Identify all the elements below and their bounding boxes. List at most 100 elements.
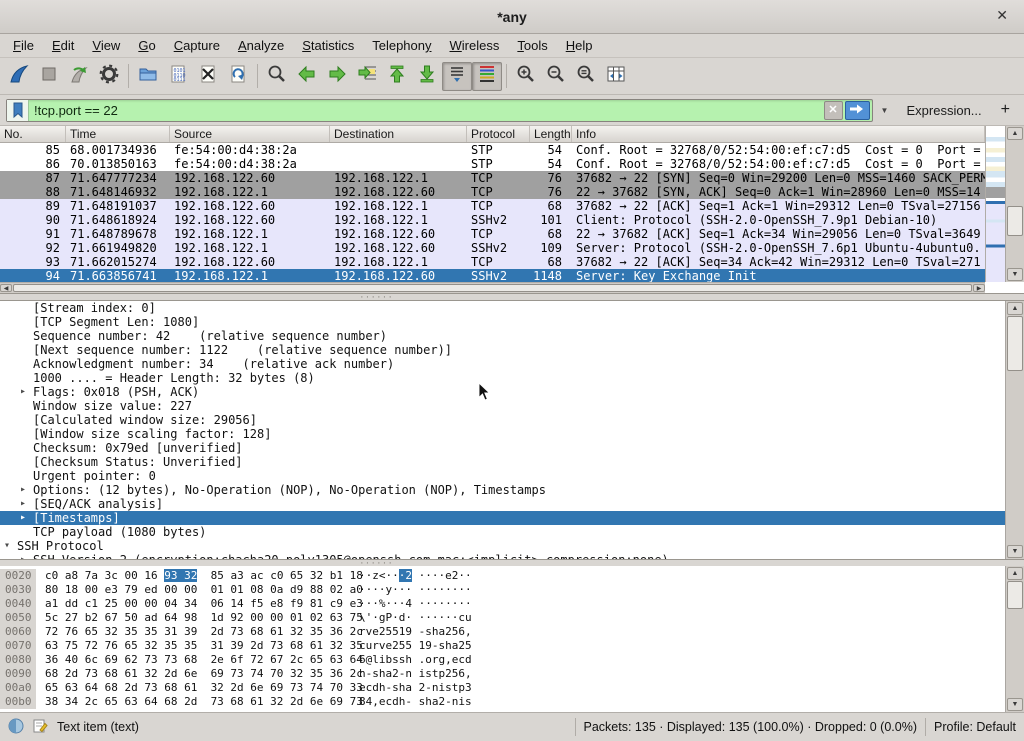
packet-row-91[interactable]: 9171.648789678192.168.122.1192.168.122.6…: [0, 227, 985, 241]
details-vscrollbar[interactable]: ▲ ▼: [1005, 301, 1024, 559]
resize-columns-button[interactable]: [601, 62, 631, 91]
filter-bookmark-icon[interactable]: [7, 100, 29, 121]
packet-row-88[interactable]: 8871.648146932192.168.122.1192.168.122.6…: [0, 185, 985, 199]
packet-row-94[interactable]: 9471.663856741192.168.122.1192.168.122.6…: [0, 269, 985, 283]
packet-row-86[interactable]: 8670.013850163fe:54:00:d4:38:2aSTP54Conf…: [0, 157, 985, 171]
go-back-button[interactable]: [292, 62, 322, 91]
detail-line-18[interactable]: ▸SSH Version 2 (encryption:chacha20-poly…: [0, 553, 1005, 560]
zoom-original-button[interactable]: [571, 62, 601, 91]
start-capture-button[interactable]: [4, 62, 34, 91]
go-forward-button[interactable]: [322, 62, 352, 91]
close-file-button[interactable]: [193, 62, 223, 91]
scroll-down-icon[interactable]: ▼: [1007, 268, 1023, 281]
profile-label[interactable]: Profile: Default: [934, 720, 1016, 734]
filter-expression-button[interactable]: Expression...: [897, 103, 992, 118]
scroll-up-icon[interactable]: ▲: [1007, 127, 1023, 140]
column-header-info[interactable]: Info: [572, 126, 985, 142]
menu-tools[interactable]: Tools: [508, 35, 556, 56]
expander-closed-icon[interactable]: ▸: [20, 385, 26, 399]
find-packet-button[interactable]: [262, 62, 292, 91]
filter-apply-button[interactable]: [845, 101, 870, 120]
filter-dropdown-button[interactable]: ▼: [878, 101, 892, 120]
hex-row-0090[interactable]: 009068 2d 73 68 61 32 2d 6e 69 73 74 70 …: [0, 667, 1024, 681]
detail-line-7[interactable]: Window size value: 227: [0, 399, 1005, 413]
packet-list-vscrollbar[interactable]: ▲ ▼: [1005, 126, 1024, 282]
zoom-out-button[interactable]: [541, 62, 571, 91]
packet-row-92[interactable]: 9271.661949820192.168.122.1192.168.122.6…: [0, 241, 985, 255]
colorize-toggle[interactable]: [472, 62, 502, 91]
detail-line-8[interactable]: [Calculated window size: 29056]: [0, 413, 1005, 427]
reload-file-button[interactable]: [223, 62, 253, 91]
packet-row-89[interactable]: 8971.648191037192.168.122.60192.168.122.…: [0, 199, 985, 213]
packet-row-87[interactable]: 8771.647777234192.168.122.60192.168.122.…: [0, 171, 985, 185]
scroll-down-icon[interactable]: ▼: [1007, 545, 1023, 558]
menu-capture[interactable]: Capture: [165, 35, 229, 56]
hex-row-0050[interactable]: 00505c 27 b2 67 50 ad 64 98 1d 92 00 00 …: [0, 611, 1024, 625]
menu-help[interactable]: Help: [557, 35, 602, 56]
hex-row-0020[interactable]: 0020c0 a8 7a 3c 00 16 93 32 85 a3 ac c0 …: [0, 569, 1024, 583]
stop-capture-button[interactable]: [34, 62, 64, 91]
detail-line-15[interactable]: ▸[Timestamps]: [0, 511, 1005, 525]
detail-line-9[interactable]: [Window size scaling factor: 128]: [0, 427, 1005, 441]
intelligent-scrollbar[interactable]: [985, 126, 1005, 282]
detail-line-0[interactable]: [Stream index: 0]: [0, 301, 1005, 315]
column-header-length[interactable]: Length: [530, 126, 572, 142]
close-icon[interactable]: ✕: [992, 7, 1012, 24]
expander-closed-icon[interactable]: ▸: [20, 553, 26, 560]
filter-clear-button[interactable]: ✕: [824, 101, 843, 120]
detail-line-4[interactable]: Acknowledgment number: 34 (relative ack …: [0, 357, 1005, 371]
hex-row-0080[interactable]: 008036 40 6c 69 62 73 73 68 2e 6f 72 67 …: [0, 653, 1024, 667]
detail-line-13[interactable]: ▸Options: (12 bytes), No-Operation (NOP)…: [0, 483, 1005, 497]
hex-row-0070[interactable]: 007063 75 72 76 65 32 35 35 31 39 2d 73 …: [0, 639, 1024, 653]
restart-capture-button[interactable]: [64, 62, 94, 91]
hex-row-0060[interactable]: 006072 76 65 32 35 35 31 39 2d 73 68 61 …: [0, 625, 1024, 639]
scroll-left-icon[interactable]: ◀: [0, 284, 12, 292]
packet-list-hscrollbar[interactable]: ◀ ▶: [0, 282, 985, 293]
hex-row-00b0[interactable]: 00b038 34 2c 65 63 64 68 2d 73 68 61 32 …: [0, 695, 1024, 709]
menu-telephony[interactable]: Telephony: [363, 35, 440, 56]
filter-add-button[interactable]: +: [997, 101, 1018, 119]
expander-closed-icon[interactable]: ▸: [20, 497, 26, 511]
detail-line-6[interactable]: ▸Flags: 0x018 (PSH, ACK): [0, 385, 1005, 399]
packet-row-85[interactable]: 8568.001734936fe:54:00:d4:38:2aSTP54Conf…: [0, 143, 985, 157]
go-to-packet-button[interactable]: [352, 62, 382, 91]
detail-line-14[interactable]: ▸[SEQ/ACK analysis]: [0, 497, 1005, 511]
detail-line-2[interactable]: Sequence number: 42 (relative sequence n…: [0, 329, 1005, 343]
expander-open-icon[interactable]: ▾: [4, 539, 10, 553]
hex-row-0030[interactable]: 003080 18 00 e3 79 ed 00 00 01 01 08 0a …: [0, 583, 1024, 597]
menu-go[interactable]: Go: [129, 35, 164, 56]
detail-line-12[interactable]: Urgent pointer: 0: [0, 469, 1005, 483]
menu-edit[interactable]: Edit: [43, 35, 83, 56]
column-header-no[interactable]: No.: [0, 126, 66, 142]
column-header-source[interactable]: Source: [170, 126, 330, 142]
bytes-vscrollbar[interactable]: ▲ ▼: [1005, 566, 1024, 712]
column-header-protocol[interactable]: Protocol: [467, 126, 530, 142]
detail-line-17[interactable]: ▾SSH Protocol: [0, 539, 1005, 553]
detail-line-3[interactable]: [Next sequence number: 1122 (relative se…: [0, 343, 1005, 357]
zoom-in-button[interactable]: [511, 62, 541, 91]
detail-line-10[interactable]: Checksum: 0x79ed [unverified]: [0, 441, 1005, 455]
auto-scroll-toggle[interactable]: [442, 62, 472, 91]
detail-line-1[interactable]: [TCP Segment Len: 1080]: [0, 315, 1005, 329]
packet-row-93[interactable]: 9371.662015274192.168.122.60192.168.122.…: [0, 255, 985, 269]
expert-info-icon[interactable]: [8, 718, 24, 737]
capture-comment-icon[interactable]: [32, 718, 49, 737]
menu-analyze[interactable]: Analyze: [229, 35, 293, 56]
menu-file[interactable]: File: [4, 35, 43, 56]
detail-line-5[interactable]: 1000 .... = Header Length: 32 bytes (8): [0, 371, 1005, 385]
hex-row-0040[interactable]: 0040a1 dd c1 25 00 00 04 34 06 14 f5 e8 …: [0, 597, 1024, 611]
display-filter-input[interactable]: [29, 103, 824, 118]
detail-line-16[interactable]: TCP payload (1080 bytes): [0, 525, 1005, 539]
scroll-up-icon[interactable]: ▲: [1007, 567, 1023, 580]
menu-wireless[interactable]: Wireless: [441, 35, 509, 56]
menu-view[interactable]: View: [83, 35, 129, 56]
detail-line-11[interactable]: [Checksum Status: Unverified]: [0, 455, 1005, 469]
go-last-packet-button[interactable]: [412, 62, 442, 91]
column-header-destination[interactable]: Destination: [330, 126, 467, 142]
expander-closed-icon[interactable]: ▸: [20, 511, 26, 525]
scroll-up-icon[interactable]: ▲: [1007, 302, 1023, 315]
scroll-right-icon[interactable]: ▶: [973, 284, 985, 292]
scroll-down-icon[interactable]: ▼: [1007, 698, 1023, 711]
column-header-time[interactable]: Time: [66, 126, 170, 142]
menu-statistics[interactable]: Statistics: [293, 35, 363, 56]
